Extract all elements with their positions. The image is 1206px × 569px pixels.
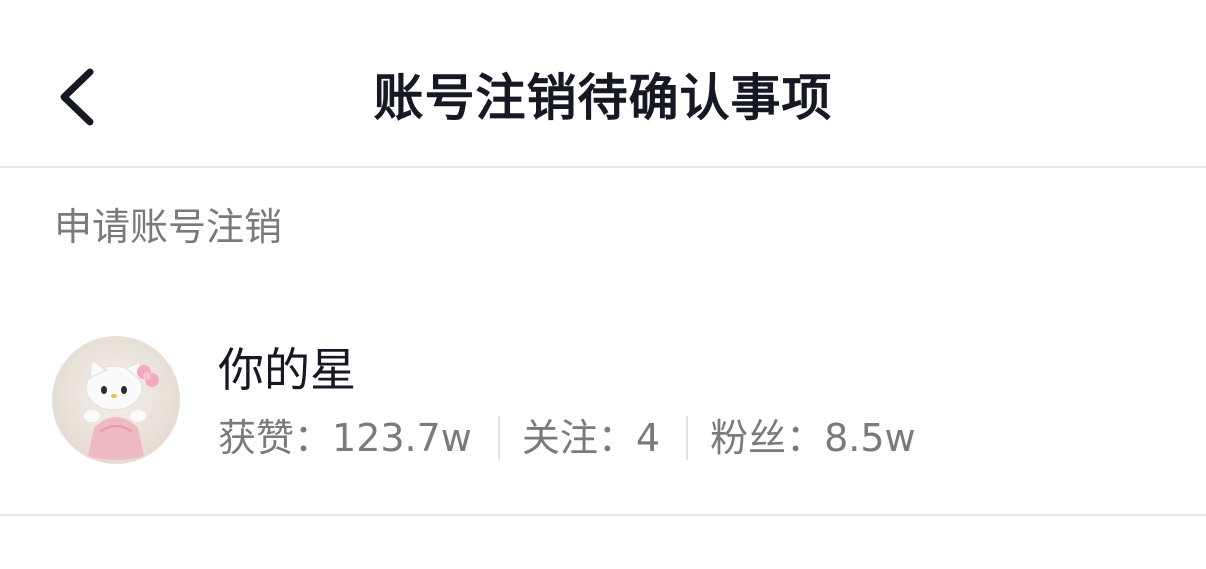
likes-label: 获赞：	[218, 416, 333, 460]
following-stat: 关注：4	[522, 410, 660, 466]
account-deletion-page: 账号注销待确认事项 申请账号注销 你的星 获赞：123.7w 关注：4 粉丝：8…	[0, 0, 1206, 569]
following-value: 4	[635, 416, 661, 460]
stat-divider	[686, 416, 689, 460]
followers-stat: 粉丝：8.5w	[710, 410, 916, 466]
followers-value: 8.5w	[824, 416, 916, 460]
likes-value: 123.7w	[332, 416, 472, 460]
followers-label: 粉丝：	[710, 416, 825, 460]
following-label: 关注：	[521, 416, 636, 460]
nav-bar: 账号注销待确认事项	[0, 0, 1206, 168]
account-card: 你的星 获赞：123.7w 关注：4 粉丝：8.5w	[0, 300, 1206, 516]
page-title: 账号注销待确认事项	[373, 69, 833, 127]
avatar	[52, 336, 180, 464]
stats-row: 获赞：123.7w 关注：4 粉丝：8.5w	[218, 410, 916, 466]
hello-kitty-avatar-icon	[84, 358, 159, 460]
section-label: 申请账号注销	[54, 205, 283, 249]
likes-stat: 获赞：123.7w	[218, 410, 472, 466]
stat-divider	[497, 416, 500, 460]
username: 你的星	[218, 343, 356, 397]
